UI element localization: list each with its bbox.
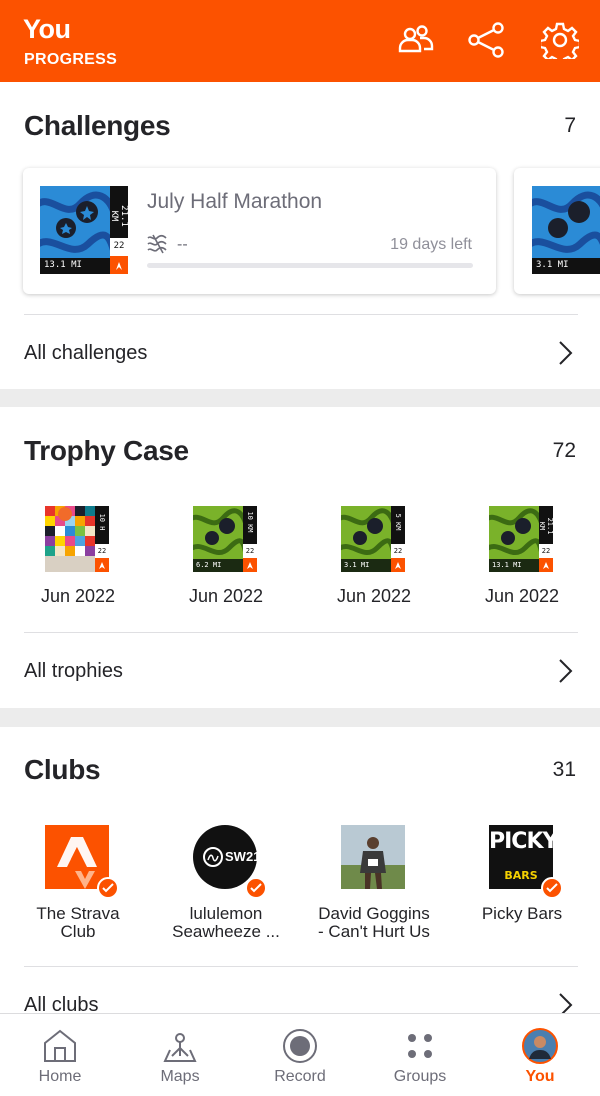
all-challenges-label: All challenges (24, 342, 148, 364)
challenge-badge-next: 3.1 MI (532, 186, 600, 274)
trophy-year-label: 22 (393, 547, 403, 555)
tab-label: Home (38, 1068, 82, 1085)
trophy-side-label: 21.1 KM (538, 517, 553, 535)
challenge-name: July Half Marathon (147, 190, 323, 213)
divider (24, 314, 578, 315)
challenges-count: 7 (564, 114, 576, 137)
bottom-tab-bar: Home Maps Record Groups You (0, 1013, 600, 1096)
tab-label: Maps (160, 1068, 200, 1085)
gear-icon[interactable] (540, 20, 580, 60)
page-title: You (23, 14, 71, 44)
trophy-date: Jun 2022 (40, 586, 116, 606)
divider (24, 966, 578, 967)
next-badge-mi-label: 3.1 MI (536, 260, 569, 270)
trophy-year-label: 22 (245, 547, 255, 555)
trophy-case-title: Trophy Case (24, 435, 189, 466)
chevron-right-icon (559, 993, 573, 1013)
trophy-badge[interactable]: 21.1 KM 22 13.1 MI (489, 506, 553, 572)
tab-groups[interactable]: Groups (360, 1014, 480, 1096)
trophy-date: Jun 2022 (484, 586, 560, 606)
trophy-date: Jun 2022 (188, 586, 264, 606)
challenge-progress-bar (147, 263, 473, 268)
trophy-year-label: 22 (541, 547, 551, 555)
tab-label: Record (274, 1068, 326, 1085)
club-logo-david-goggins[interactable] (341, 825, 405, 889)
chevron-right-icon (559, 341, 573, 365)
app-header: You PROGRESS (0, 0, 600, 82)
challenge-card[interactable]: 21.1 KM 22 13.1 MI July Half Marathon --… (23, 168, 496, 294)
club-name[interactable]: Picky Bars (452, 905, 592, 923)
club-name[interactable]: David Goggins - Can't Hurt Us (304, 905, 444, 941)
chevron-right-icon (559, 659, 573, 683)
avatar (520, 1026, 560, 1066)
club-logo-text: SW21 (225, 849, 261, 864)
trophy-badge[interactable]: 10 KM 22 6.2 MI (193, 506, 257, 572)
challenges-title: Challenges (24, 110, 171, 141)
badge-km-label: 21.1 KM (109, 205, 128, 227)
challenge-badge: 21.1 KM 22 13.1 MI (40, 186, 128, 274)
maps-icon (160, 1026, 200, 1066)
verified-badge-icon (97, 877, 119, 899)
badge-year-label: 22 (113, 241, 125, 251)
challenge-card-next[interactable]: 3.1 MI (514, 168, 600, 294)
badge-mi-label: 13.1 MI (44, 260, 82, 270)
trophy-mi-label: 3.1 MI (344, 561, 370, 569)
club-name-line: Picky Bars (481, 904, 563, 923)
clubs-count: 31 (552, 758, 576, 781)
home-icon (40, 1026, 80, 1066)
tab-maps[interactable]: Maps (120, 1014, 240, 1096)
all-clubs-row[interactable]: All clubs (0, 972, 600, 1013)
tab-you[interactable]: You (480, 1014, 600, 1096)
trophy-mi-label: 13.1 MI (492, 561, 522, 569)
tab-label: Groups (393, 1068, 447, 1085)
club-name-line: lululemon (189, 904, 263, 923)
trophy-side-label: 10 KM (246, 511, 254, 533)
challenge-stat: -- (177, 236, 188, 253)
club-name[interactable]: lululemon Seawheeze ... (156, 905, 296, 941)
trophy-side-label: 10 H (98, 513, 106, 531)
all-trophies-label: All trophies (24, 660, 123, 682)
trophy-year-label: 22 (97, 547, 107, 555)
divider (24, 632, 578, 633)
club-logo-text: PICKY (489, 829, 558, 854)
club-name-line: David Goggins (318, 904, 430, 923)
tab-home[interactable]: Home (0, 1014, 120, 1096)
tab-record[interactable]: Record (240, 1014, 360, 1096)
clubs-title: Clubs (24, 754, 101, 785)
page-subtitle-progress[interactable]: PROGRESS (24, 51, 117, 69)
trophy-badge[interactable]: 10 H 22 (45, 506, 109, 572)
club-name[interactable]: The Strava Club (8, 905, 148, 941)
trophy-case-count: 72 (552, 439, 576, 462)
groups-icon (400, 1026, 440, 1066)
all-clubs-label: All clubs (24, 994, 99, 1013)
tab-label: You (525, 1068, 555, 1085)
trophy-mi-label: 6.2 MI (196, 561, 222, 569)
verified-badge-icon (245, 877, 267, 899)
record-icon (280, 1026, 320, 1066)
trophy-date: Jun 2022 (336, 586, 412, 606)
club-name-line: Club (60, 922, 96, 941)
trophy-badge[interactable]: 5 KM 22 3.1 MI (341, 506, 405, 572)
trophy-side-label: 5 KM (394, 513, 402, 531)
activity-icon (147, 234, 169, 259)
club-name-line: The Strava (36, 904, 120, 923)
club-name-line: - Can't Hurt Us (318, 922, 430, 941)
share-icon[interactable] (466, 20, 506, 60)
all-trophies-row[interactable]: All trophies (0, 638, 600, 704)
verified-badge-icon (541, 877, 563, 899)
club-name-line: Seawheeze ... (172, 922, 280, 941)
athletes-icon[interactable] (396, 20, 436, 60)
all-challenges-row[interactable]: All challenges (0, 320, 600, 386)
challenge-days-left: 19 days left (390, 236, 472, 253)
